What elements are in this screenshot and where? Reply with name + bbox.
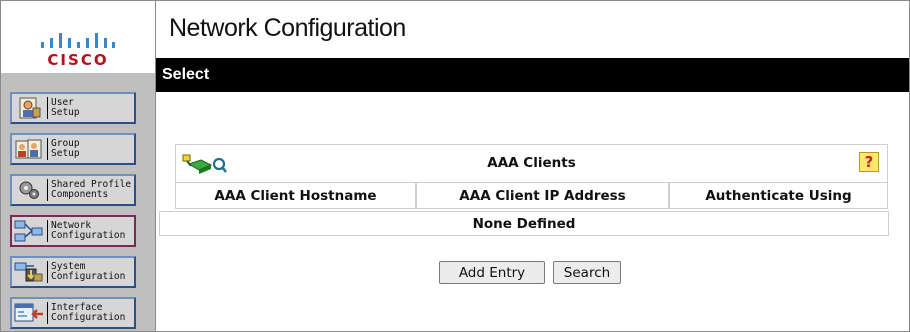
search-button[interactable]: Search bbox=[553, 261, 621, 284]
nav-separator bbox=[47, 220, 48, 242]
nav-separator bbox=[47, 302, 48, 324]
table-header-row: AAA Client Hostname AAA Client IP Addres… bbox=[175, 182, 888, 209]
aaa-clients-title: AAA Clients bbox=[487, 155, 576, 171]
sidebar-item-label: Interface Configuration bbox=[51, 302, 126, 323]
nav-separator bbox=[47, 97, 48, 119]
sidebar-item-label: Network Configuration bbox=[51, 220, 126, 241]
aaa-clients-header: AAA Clients ? bbox=[175, 144, 888, 182]
section-bar: Select bbox=[156, 58, 909, 92]
empty-table-row: None Defined bbox=[159, 211, 889, 236]
add-entry-button[interactable]: Add Entry bbox=[439, 261, 545, 284]
shared-profile-icon bbox=[12, 176, 46, 204]
help-icon[interactable]: ? bbox=[859, 152, 879, 172]
page-title: Network Configuration bbox=[169, 14, 406, 42]
column-header-ip-address: AAA Client IP Address bbox=[416, 182, 669, 209]
sidebar-item-user-setup[interactable]: User Setup bbox=[10, 92, 136, 124]
nav-separator bbox=[47, 179, 48, 201]
main-content: Network Configuration Select AAA Clients… bbox=[156, 1, 909, 331]
sidebar-item-label: User Setup bbox=[51, 97, 80, 118]
user-setup-icon bbox=[12, 94, 46, 122]
group-setup-icon bbox=[12, 135, 46, 163]
sidebar-item-label: System Configuration bbox=[51, 261, 126, 282]
logo-area: CISCO bbox=[1, 1, 156, 73]
interface-config-icon bbox=[12, 299, 46, 327]
column-header-hostname: AAA Client Hostname bbox=[175, 182, 416, 209]
network-config-icon bbox=[12, 217, 46, 245]
nav-separator bbox=[47, 138, 48, 160]
cisco-logo-text: CISCO bbox=[47, 51, 109, 69]
column-header-authenticate-using: Authenticate Using bbox=[669, 182, 888, 209]
system-config-icon bbox=[12, 258, 46, 286]
sidebar-item-system-configuration[interactable]: System Configuration bbox=[10, 256, 136, 288]
sidebar: User Setup Group Setup Shared Profile Co… bbox=[1, 73, 156, 331]
sidebar-item-network-configuration[interactable]: Network Configuration bbox=[10, 215, 136, 247]
sidebar-item-group-setup[interactable]: Group Setup bbox=[10, 133, 136, 165]
sidebar-item-interface-configuration[interactable]: Interface Configuration bbox=[10, 297, 136, 329]
sidebar-item-label: Shared Profile Components bbox=[51, 179, 132, 200]
nav-separator bbox=[47, 261, 48, 283]
sidebar-item-shared-profile-components[interactable]: Shared Profile Components bbox=[10, 174, 136, 206]
cisco-logo-bars bbox=[41, 33, 115, 48]
sidebar-item-label: Group Setup bbox=[51, 138, 80, 159]
app-window: CISCO User Setup Group Setup Shared Prof… bbox=[0, 0, 910, 332]
